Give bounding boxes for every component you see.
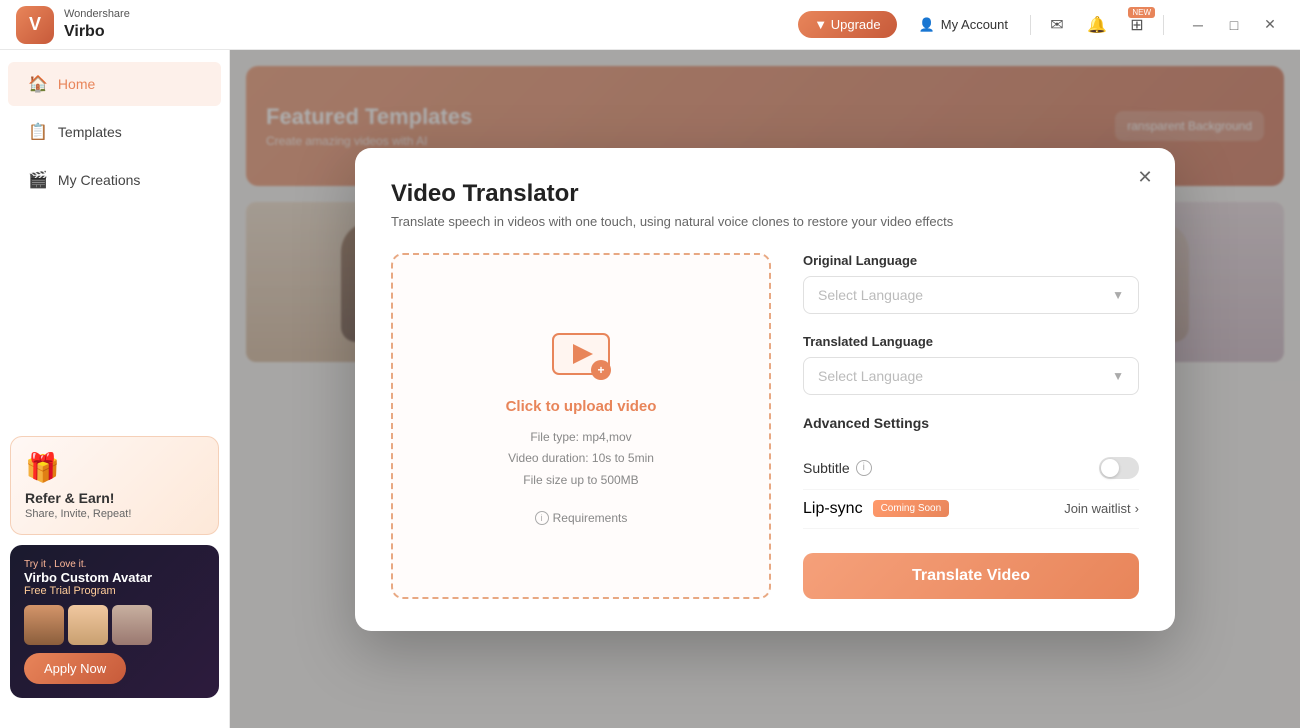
promo-refer-title: Refer & Earn! (25, 490, 204, 506)
subtitle-row: Subtitle i (803, 447, 1139, 490)
promo-refer-icon: 🎁 (25, 451, 204, 484)
lipsync-label-group: Lip-sync Coming Soon (803, 500, 949, 518)
info-circle-icon: i (535, 511, 549, 525)
templates-icon: 📋 (28, 122, 48, 142)
advanced-settings-label: Advanced Settings (803, 415, 1139, 431)
promo-thumb-2 (68, 605, 108, 645)
new-badge: NEW (1128, 7, 1155, 18)
content-area: Featured Templates Create amazing videos… (230, 50, 1300, 728)
app-logo-icon: V (16, 6, 54, 44)
promo-thumbnails (24, 605, 205, 645)
settings-panel: Original Language Select Language ▼ Tran… (803, 253, 1139, 599)
lipsync-row: Lip-sync Coming Soon Join waitlist › (803, 490, 1139, 529)
sidebar-item-templates[interactable]: 📋 Templates (8, 110, 221, 154)
app-logo-name: Wondershare (64, 8, 130, 21)
join-waitlist-button[interactable]: Join waitlist › (1064, 501, 1139, 516)
app-logo: V Wondershare Virbo (16, 6, 130, 44)
svg-text:+: + (597, 363, 604, 377)
app-logo-text: Wondershare Virbo (64, 8, 130, 40)
upload-info: File type: mp4,mov Video duration: 10s t… (508, 427, 654, 492)
bell-icon[interactable]: 🔔 (1083, 11, 1111, 39)
grid-icon-wrapper: ⊞ NEW (1123, 11, 1151, 39)
promo-area: 🎁 Refer & Earn! Share, Invite, Repeat! T… (0, 426, 229, 718)
subtitle-info-icon[interactable]: i (856, 460, 872, 476)
upload-video-icon: + (549, 326, 613, 382)
promo-avatar-title: Virbo Custom Avatar (24, 570, 205, 585)
modal-subtitle: Translate speech in videos with one touc… (391, 214, 1139, 229)
original-lang-label: Original Language (803, 253, 1139, 268)
divider2 (1163, 15, 1164, 35)
app-logo-product: Virbo (64, 22, 130, 41)
translated-lang-label: Translated Language (803, 334, 1139, 349)
modal-overlay: ✕ Video Translator Translate speech in v… (230, 50, 1300, 728)
upload-area[interactable]: + Click to upload video File type: mp4,m… (391, 253, 771, 599)
upload-click-text: Click to upload video (506, 398, 657, 415)
sidebar: 🏠 Home 📋 Templates 🎬 My Creations 🎁 Refe… (0, 50, 230, 728)
title-bar-right: ▼ Upgrade 👤 My Account ✉ 🔔 ⊞ NEW ─ □ ✕ (798, 11, 1284, 39)
translate-video-button[interactable]: Translate Video (803, 553, 1139, 599)
creations-icon: 🎬 (28, 170, 48, 190)
promo-card-avatar[interactable]: Try it , Love it. Virbo Custom Avatar Fr… (10, 545, 219, 698)
sidebar-item-home[interactable]: 🏠 Home (8, 62, 221, 106)
video-translator-modal: ✕ Video Translator Translate speech in v… (355, 148, 1175, 631)
main-layout: 🏠 Home 📋 Templates 🎬 My Creations 🎁 Refe… (0, 50, 1300, 728)
coming-soon-badge: Coming Soon (873, 500, 950, 517)
promo-card-refer[interactable]: 🎁 Refer & Earn! Share, Invite, Repeat! (10, 436, 219, 535)
restore-button[interactable]: □ (1220, 11, 1248, 39)
person-icon: 👤 (919, 17, 935, 33)
promo-try-text: Try it , Love it. (24, 559, 205, 570)
translated-lang-select[interactable]: Select Language ▼ (803, 357, 1139, 395)
close-button[interactable]: ✕ (1256, 11, 1284, 39)
mail-icon[interactable]: ✉ (1043, 11, 1071, 39)
promo-refer-sub: Share, Invite, Repeat! (25, 508, 204, 520)
modal-close-button[interactable]: ✕ (1131, 164, 1159, 192)
title-bar: V Wondershare Virbo ▼ Upgrade 👤 My Accou… (0, 0, 1300, 50)
divider (1030, 15, 1031, 35)
mail-icon-wrapper: ✉ (1043, 11, 1071, 39)
promo-thumb-3 (112, 605, 152, 645)
original-lang-select[interactable]: Select Language ▼ (803, 276, 1139, 314)
subtitle-label-group: Subtitle i (803, 460, 872, 476)
sidebar-item-my-creations[interactable]: 🎬 My Creations (8, 158, 221, 202)
promo-thumb-1 (24, 605, 64, 645)
upgrade-button[interactable]: ▼ Upgrade (798, 11, 896, 38)
chevron-down-icon-2: ▼ (1112, 369, 1124, 383)
chevron-down-icon: ▼ (1112, 288, 1124, 302)
subtitle-toggle[interactable] (1099, 457, 1139, 479)
promo-free-text: Free Trial Program (24, 585, 205, 597)
minimize-button[interactable]: ─ (1184, 11, 1212, 39)
window-controls: ─ □ ✕ (1184, 11, 1284, 39)
home-icon: 🏠 (28, 74, 48, 94)
modal-body: + Click to upload video File type: mp4,m… (391, 253, 1139, 599)
modal-title: Video Translator (391, 180, 1139, 208)
requirements-link[interactable]: i Requirements (535, 511, 628, 525)
apply-now-button[interactable]: Apply Now (24, 653, 126, 684)
my-account-button[interactable]: 👤 My Account (909, 13, 1018, 37)
